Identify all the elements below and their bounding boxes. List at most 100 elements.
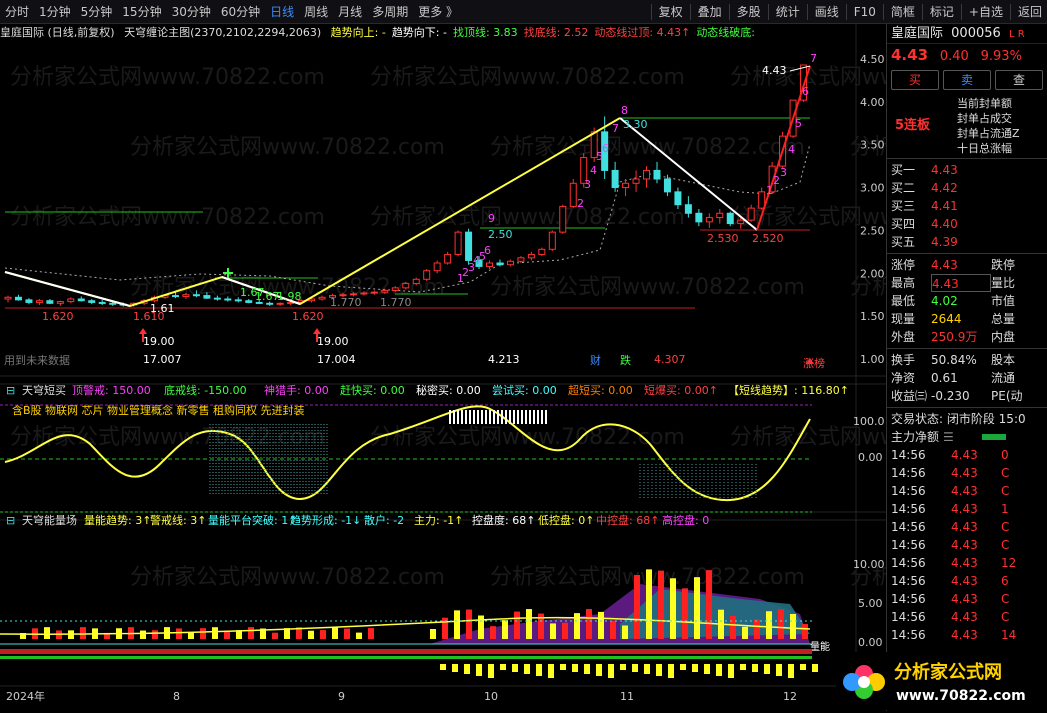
energy-bar xyxy=(368,628,374,639)
price-mark-label: 1.98 xyxy=(277,290,302,303)
period-tab-6[interactable]: 日线 xyxy=(265,0,299,24)
negative-bar xyxy=(704,664,710,674)
tool-button-0[interactable]: 复权 xyxy=(654,0,688,24)
energy-bar xyxy=(694,577,700,639)
energy-bar xyxy=(466,609,472,639)
energy-bar xyxy=(742,626,748,639)
period-tab-1[interactable]: 1分钟 xyxy=(34,0,76,24)
bid-price: 4.43 xyxy=(931,163,958,177)
energy-bar xyxy=(490,626,496,639)
menu-icon[interactable]: ☰ xyxy=(943,428,954,446)
candle-body xyxy=(88,300,96,303)
candle-body xyxy=(4,296,12,300)
fund-row-0: 换手 50.84% 股本 xyxy=(887,351,1047,369)
tick-row[interactable]: 14:56 4.43 6 xyxy=(887,572,1047,590)
energy-stripe xyxy=(0,649,812,654)
sell-button[interactable]: 卖 xyxy=(943,70,991,90)
date-axis-label: 9 xyxy=(338,690,345,703)
fin-marker: 财 xyxy=(590,353,601,367)
tick-time: 14:56 xyxy=(891,592,926,606)
quote-flags[interactable]: L R xyxy=(1009,29,1025,40)
tick-row[interactable]: 14:56 4.43 14 xyxy=(887,626,1047,644)
tick-volume: 6 xyxy=(1001,574,1009,588)
stat-row-label: 现量 xyxy=(891,312,916,326)
tick-row[interactable]: 14:56 4.43 C xyxy=(887,518,1047,536)
negative-bar xyxy=(764,664,770,674)
panel2-item: 秘密买: 0.00 xyxy=(416,383,481,397)
period-toolbar: 分时 1分钟 5分钟 15分钟 30分钟 60分钟 日线 周线 月线 多周期 更多 》 复权 叠加 多股统… xyxy=(0,0,1047,24)
tick-row[interactable]: 14:56 4.43 C xyxy=(887,482,1047,500)
tick-row[interactable]: 14:56 4.43 0 xyxy=(887,446,1047,464)
tick-row[interactable]: 14:56 4.43 1 xyxy=(887,500,1047,518)
tick-row[interactable]: 14:56 4.43 C xyxy=(887,590,1047,608)
period-tab-4[interactable]: 30分钟 xyxy=(167,0,216,24)
energy-bar xyxy=(598,611,604,639)
candle-body xyxy=(695,212,703,223)
stat-row-label: 最低 xyxy=(891,294,916,308)
candle-body xyxy=(77,298,85,302)
energy-bar xyxy=(320,630,326,639)
tool-button-6[interactable]: 简框 xyxy=(886,0,920,24)
negative-bar xyxy=(668,664,674,678)
energy-bar xyxy=(682,588,688,639)
tool-button-7[interactable]: 标记 xyxy=(925,0,959,24)
tick-row[interactable]: 14:56 4.43 12 xyxy=(887,554,1047,572)
candle-body xyxy=(506,260,514,266)
stat-row-3: 现量 2644 总量 xyxy=(887,310,1047,328)
period-tab-8[interactable]: 月线 xyxy=(333,0,367,24)
price-mark-label: 1.61 xyxy=(150,302,175,315)
bid-row-1[interactable]: 买一 4.43 xyxy=(887,161,1047,179)
negative-bar xyxy=(812,664,818,672)
panel2-item: 赶快买: 0.00 xyxy=(340,383,405,397)
period-tab-7[interactable]: 周线 xyxy=(299,0,333,24)
period-tab-10[interactable]: 更多 》 xyxy=(413,0,463,24)
tick-row[interactable]: 14:56 4.43 C xyxy=(887,608,1047,626)
tool-button-4[interactable]: 画线 xyxy=(810,0,844,24)
bid-row-5[interactable]: 买五 4.39 xyxy=(887,233,1047,251)
tick-row[interactable]: 14:56 4.43 C xyxy=(887,536,1047,554)
tool-button-5[interactable]: F10 xyxy=(849,0,881,24)
stat-row-label-2: 量比 xyxy=(991,276,1016,290)
tick-volume: C xyxy=(1001,484,1010,498)
candle-body xyxy=(559,205,567,233)
period-tab-9[interactable]: 多周期 xyxy=(367,0,413,24)
period-tab-0[interactable]: 分时 xyxy=(0,0,34,24)
energy-bar xyxy=(778,609,784,639)
tool-button-8[interactable]: +自选 xyxy=(964,0,1008,24)
chart-area[interactable]: 皇庭国际 (日线,前复权) 天穹缠论主图(2370,2102,2294,2063… xyxy=(0,24,886,711)
energy-bar xyxy=(670,578,676,639)
tool-button-9[interactable]: 返回 xyxy=(1013,0,1047,24)
tick-row[interactable]: 14:56 4.43 C xyxy=(887,464,1047,482)
tick-list[interactable]: 14:56 4.43 0 14:56 4.43 C 14:56 4.43 C 14:56 4.43 1… xyxy=(887,446,1047,644)
buy-button[interactable]: 买 xyxy=(891,70,939,90)
tool-button-3[interactable]: 统计 xyxy=(771,0,805,24)
tool-button-2[interactable]: 多股 xyxy=(732,0,766,24)
bid-row-3[interactable]: 买三 4.41 xyxy=(887,197,1047,215)
quote-name: 皇庭国际 xyxy=(891,26,944,41)
fund-row-value: 50.84% xyxy=(931,353,977,367)
negative-bar xyxy=(608,664,614,678)
price-mark-label: 1.770 xyxy=(330,296,362,309)
watermark-text: 分析家公式网www.70822.com xyxy=(370,65,685,90)
period-tab-5[interactable]: 60分钟 xyxy=(216,0,265,24)
energy-bar xyxy=(754,619,760,639)
tick-price: 4.43 xyxy=(951,484,978,498)
period-tab-2[interactable]: 5分钟 xyxy=(76,0,118,24)
period-tab-3[interactable]: 15分钟 xyxy=(117,0,166,24)
negative-bar xyxy=(728,664,734,678)
negative-bar xyxy=(800,664,806,670)
watermark-text: 分析家公式网www.70822.com xyxy=(490,275,805,300)
bid-row-2[interactable]: 买二 4.42 xyxy=(887,179,1047,197)
query-button[interactable]: 查 xyxy=(995,70,1043,90)
bid-row-4[interactable]: 买四 4.40 xyxy=(887,215,1047,233)
future-data-label: 用到未来数据 xyxy=(4,353,70,367)
tool-button-1[interactable]: 叠加 xyxy=(693,0,727,24)
panel3-axis-label: 0.00 xyxy=(858,636,883,649)
energy-bar xyxy=(610,620,616,639)
bid-label: 买一 xyxy=(891,163,916,177)
site-logo: 分析家公式网 www.70822.com xyxy=(836,652,1046,710)
main-net-row[interactable]: 主力净额 ☰ xyxy=(887,428,1047,446)
candle-body xyxy=(747,207,755,221)
kline-svg[interactable]: 分析家公式网www.70822.com 分析家公式网www.70822.com 分析… xyxy=(0,24,886,711)
negative-bar xyxy=(740,664,746,670)
